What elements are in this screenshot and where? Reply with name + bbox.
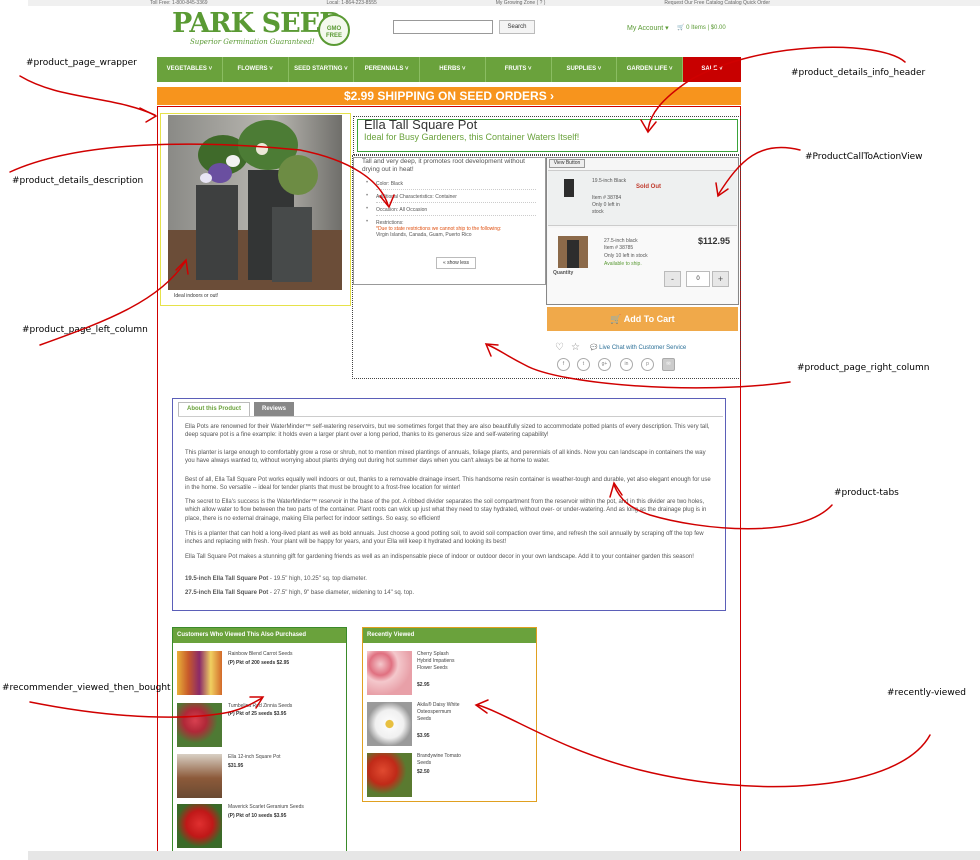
arrow-wrapper — [19, 75, 156, 116]
bottom-scroll-strip — [28, 851, 980, 860]
arrow-product-tabs — [613, 484, 833, 530]
arrow-info-header — [647, 46, 906, 131]
arrow-right-column — [487, 344, 791, 389]
annotation-arrows — [9, 46, 931, 788]
arrow-cta — [717, 146, 801, 196]
arrow-left-column — [39, 261, 186, 346]
arrow-recently-viewed — [477, 704, 931, 788]
arrow-description — [9, 143, 389, 206]
arrow-recommender — [29, 697, 263, 718]
arrow-right-column-head — [484, 343, 499, 357]
